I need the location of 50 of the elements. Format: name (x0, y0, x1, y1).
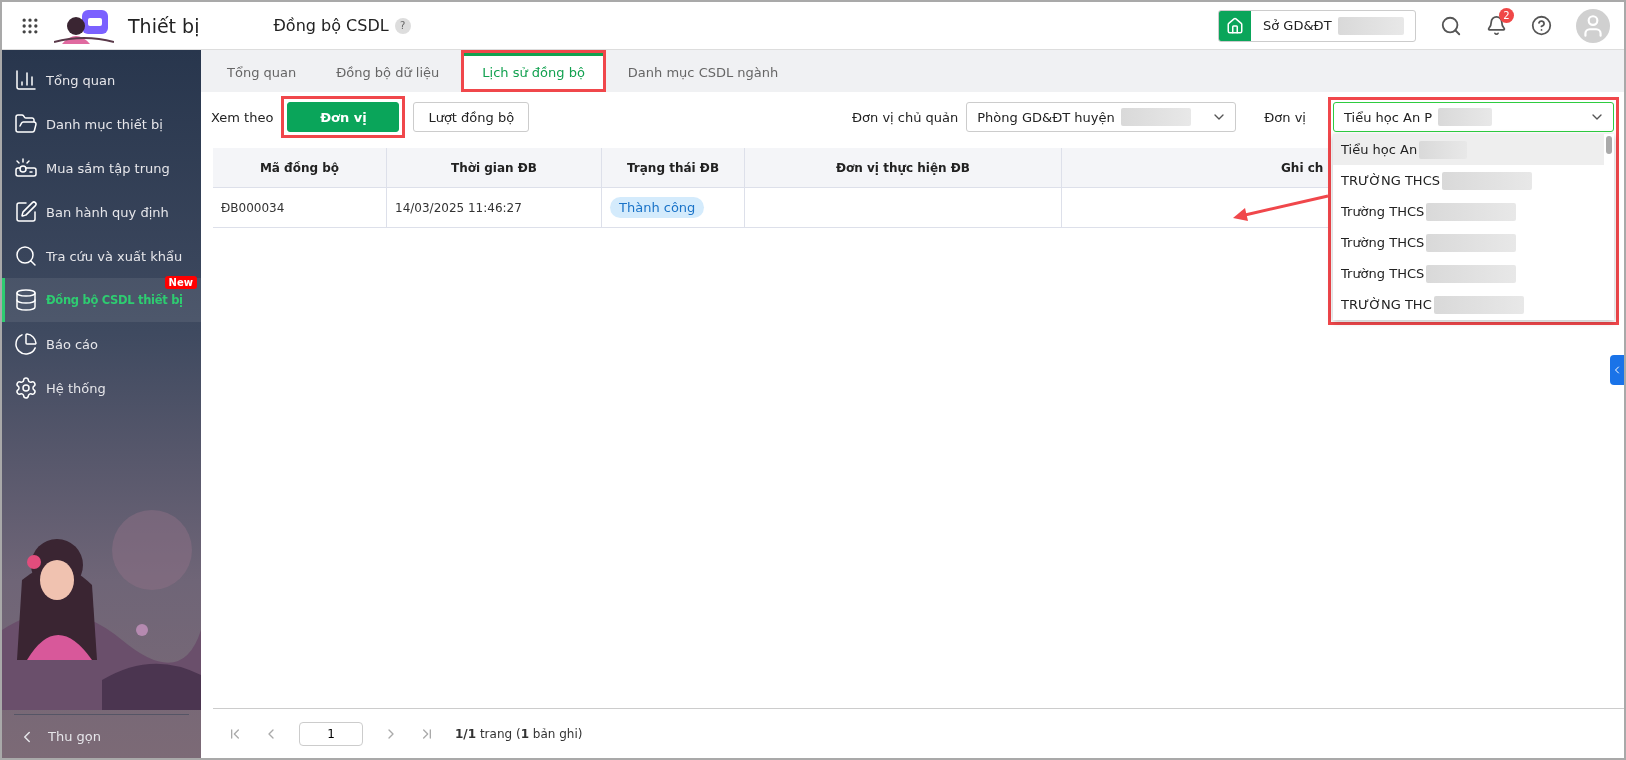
unit-switcher[interactable]: Sở GD&ĐT (1218, 9, 1416, 42)
table-cell: ĐB000034 (213, 188, 387, 228)
projector-icon (14, 156, 38, 180)
search-icon (14, 244, 38, 268)
filter-label: Đơn vị chủ quản (852, 109, 959, 125)
search-icon[interactable] (1440, 14, 1462, 37)
scrollbar-thumb[interactable] (1606, 136, 1612, 154)
view-option-button[interactable]: Lượt đồng bộ (413, 102, 530, 132)
notification-count: 2 (1499, 8, 1514, 23)
dropdown-option[interactable]: Tiểu học An (1333, 134, 1604, 165)
sidebar-item[interactable]: Danh mục thiết bị (2, 102, 201, 146)
select-field[interactable]: Phòng GD&ĐT huyện (966, 102, 1237, 132)
page-field[interactable]: 1 (299, 721, 363, 746)
database-icon (14, 288, 38, 312)
column-header: Thời gian ĐB (387, 148, 602, 188)
tab[interactable]: Đồng bộ dữ liệu (318, 50, 458, 92)
filter-label: Đơn vị (1264, 109, 1306, 125)
tab[interactable]: Danh mục CSDL ngành (609, 50, 797, 92)
dropdown-option[interactable]: TRƯỜNG THC (1333, 289, 1604, 320)
help-icon[interactable] (1531, 15, 1552, 36)
column-header: Đơn vị thực hiện ĐB (745, 148, 1062, 188)
sidebar-item[interactable]: Tra cứu và xuất khẩu (2, 234, 201, 278)
tab[interactable]: Lịch sử đồng bộ (464, 53, 603, 89)
view-by-label: Xem theo (211, 109, 274, 125)
tab[interactable]: Tổng quan (209, 50, 315, 92)
sidebar-item[interactable]: Mua sắm tập trung (2, 146, 201, 190)
sidebar-item[interactable]: Tổng quan (2, 58, 201, 102)
column-header: Trạng thái ĐB (602, 148, 745, 188)
help-badge[interactable]: ? (394, 17, 411, 34)
sidebar-item[interactable]: Ban hành quy định (2, 190, 201, 234)
page-summary: 1/1 trang (1 bản ghi) (455, 726, 583, 741)
unit-label: Sở GD&ĐT (1262, 18, 1333, 33)
column-header: Mã đồng bộ (213, 148, 387, 188)
home-icon[interactable] (1219, 10, 1251, 41)
gear-icon (14, 376, 38, 400)
select-field[interactable]: Tiểu học An P (1333, 102, 1614, 132)
status-tag: Thành công (610, 197, 705, 218)
new-badge: New (164, 276, 197, 289)
sidebar-item[interactable]: Báo cáo (2, 322, 201, 366)
table-cell: 14/03/2025 11:46:27 (387, 188, 602, 228)
avatar[interactable] (1576, 8, 1610, 43)
folder-icon (14, 112, 38, 136)
panel-toggle-button[interactable] (1610, 355, 1624, 385)
page-title: Đồng bộ CSDL (273, 16, 389, 35)
chart-icon (14, 68, 38, 92)
app-title: Thiết bị (128, 14, 200, 37)
collapse-button[interactable]: Thu gọn (14, 714, 189, 758)
edit-icon (14, 200, 38, 224)
sidebar-item[interactable]: Hệ thống (2, 366, 201, 410)
pie-icon (14, 332, 38, 356)
